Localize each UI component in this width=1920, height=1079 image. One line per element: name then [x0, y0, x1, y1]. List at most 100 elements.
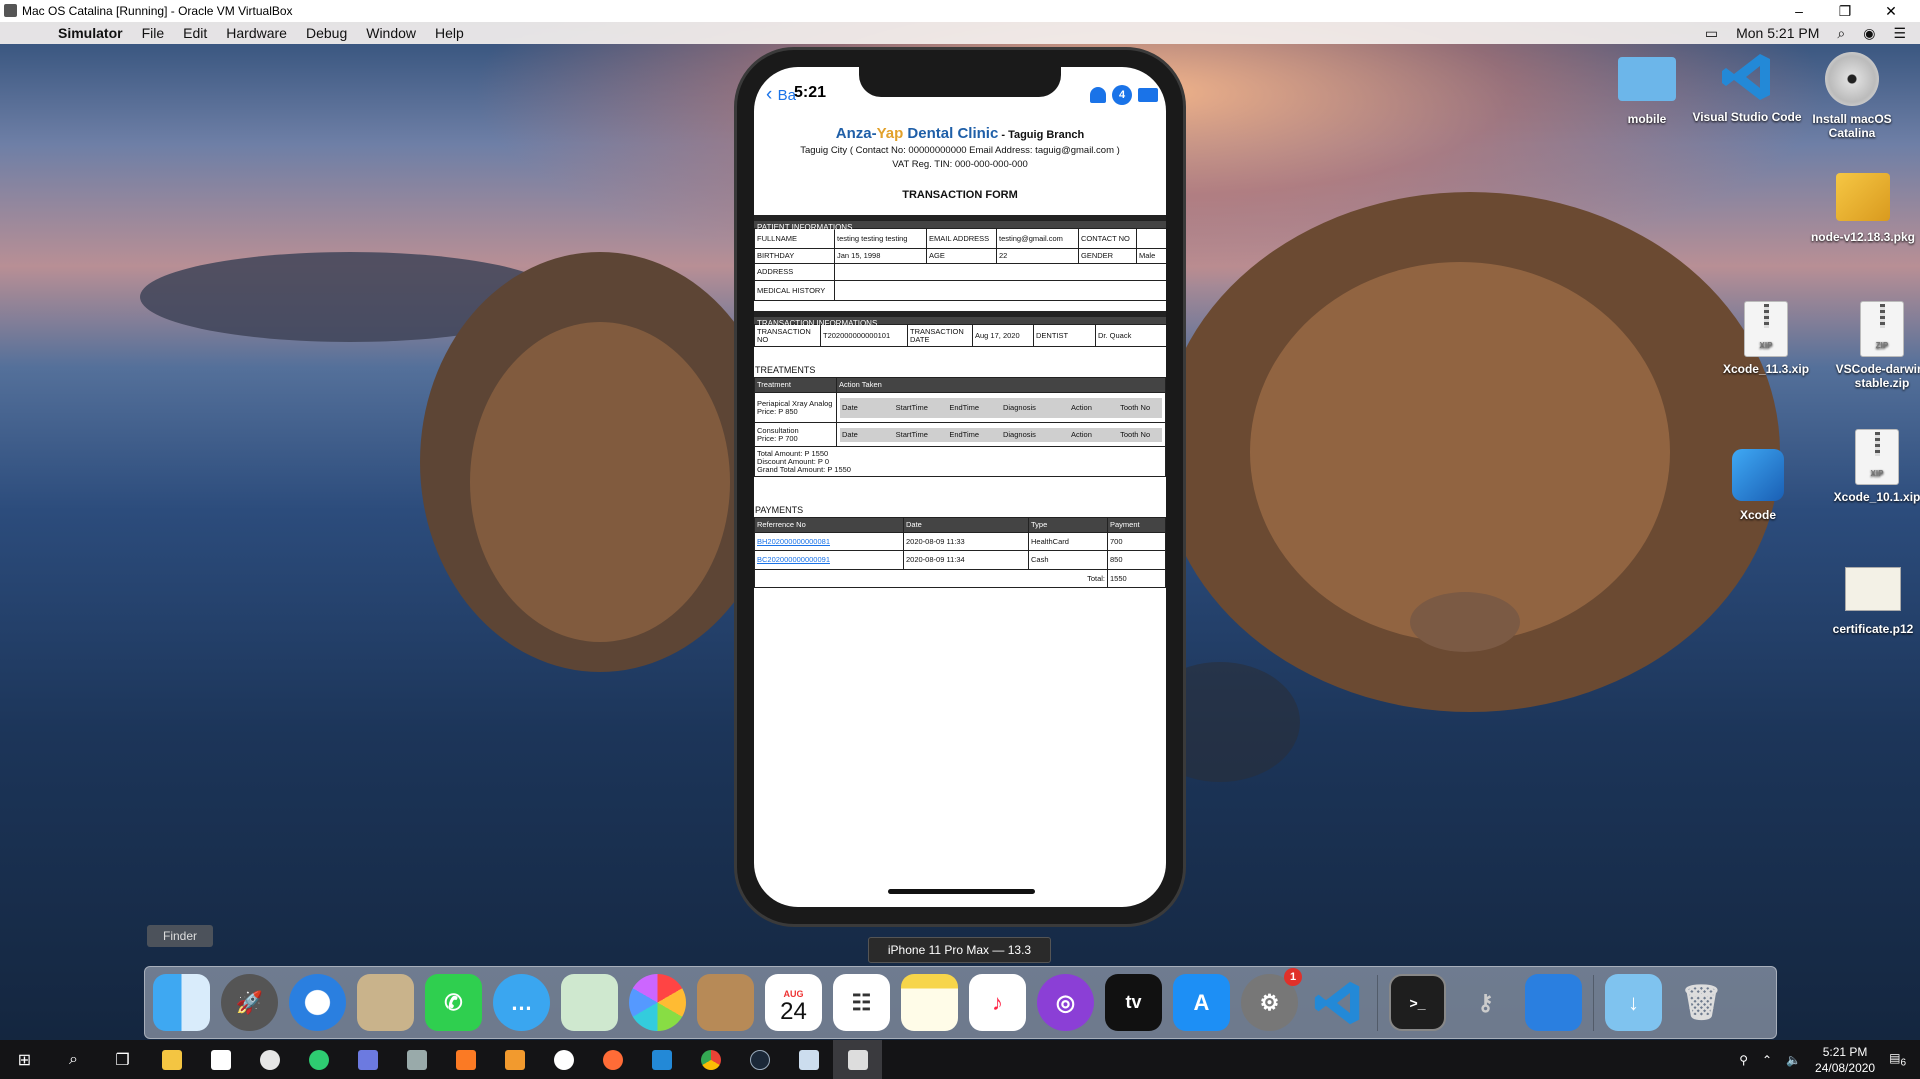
vscode-dock-icon[interactable]	[1309, 974, 1366, 1031]
menu-debug[interactable]: Debug	[306, 25, 347, 41]
contact-label: CONTACT NO	[1078, 228, 1137, 249]
safari-icon[interactable]	[289, 974, 346, 1031]
virtualbox-taskbar-icon[interactable]	[784, 1040, 833, 1079]
desktop-icon-xcode[interactable]: Xcode	[1703, 446, 1813, 522]
contact-value	[1136, 228, 1166, 249]
apple-tv-icon[interactable]: tv	[1105, 974, 1162, 1031]
sub-header-date: Date	[842, 402, 858, 412]
task-view-icon[interactable]: ❐	[98, 1040, 147, 1079]
treatments-table: Treatment Action Taken Periapical Xray A…	[754, 377, 1166, 477]
notes-icon[interactable]	[901, 974, 958, 1031]
steam-icon[interactable]	[735, 1040, 784, 1079]
desktop-icon-mobile[interactable]: mobile	[1592, 50, 1702, 126]
menu-window[interactable]: Window	[366, 25, 416, 41]
notification-center-icon[interactable]: ☰	[1893, 25, 1906, 42]
vscode-taskbar-icon[interactable]	[637, 1040, 686, 1079]
table-row: BIRTHDAY Jan 15, 1998 AGE 22 GENDER Male	[754, 248, 1166, 264]
restore-button[interactable]: ❐	[1822, 0, 1868, 22]
sublime-text-icon[interactable]	[490, 1040, 539, 1079]
keychain-access-icon[interactable]: ⚷	[1457, 974, 1514, 1031]
menubar-clock[interactable]: Mon 5:21 PM	[1736, 25, 1819, 41]
xcode-dock-icon[interactable]	[1525, 974, 1582, 1031]
desktop-icon-certificate[interactable]: certificate.p12	[1818, 560, 1920, 636]
facetime-icon[interactable]: ✆	[425, 974, 482, 1031]
action-center-icon[interactable]: ▤6	[1889, 1051, 1906, 1068]
finder-icon[interactable]	[153, 974, 210, 1031]
contacts-icon[interactable]	[697, 974, 754, 1031]
table-row: BH202000000000081 2020-08-09 11:33 Healt…	[754, 532, 1166, 551]
payment-ref-link[interactable]: BC202000000000091	[757, 555, 830, 564]
messages-icon[interactable]: …	[493, 974, 550, 1031]
sub-header-date: Date	[842, 429, 858, 439]
desktop-icon-label: mobile	[1627, 112, 1667, 126]
menu-file[interactable]: File	[142, 25, 165, 41]
desktop-icon-node-pkg[interactable]: node-v12.18.3.pkg	[1808, 168, 1918, 244]
app-icon-green[interactable]	[294, 1040, 343, 1079]
siri-icon[interactable]: ◉	[1863, 25, 1875, 42]
virtualbox-running-icon[interactable]	[833, 1040, 882, 1079]
tray-overflow-icon[interactable]: ⌃	[1762, 1053, 1772, 1067]
treatment-cell: Periapical Xray Analog Price: P 850	[754, 392, 837, 423]
xampp-icon[interactable]	[441, 1040, 490, 1079]
menu-hardware[interactable]: Hardware	[226, 25, 287, 41]
apple-tv-label: tv	[1125, 992, 1142, 1012]
terminal-icon[interactable]: >_	[1389, 974, 1446, 1031]
file-explorer-icon[interactable]	[147, 1040, 196, 1079]
windows-start-icon[interactable]: ⊞	[0, 1040, 49, 1079]
system-preferences-icon[interactable]: ⚙ 1	[1241, 968, 1302, 1031]
desktop-icon-vscode[interactable]: Visual Studio Code	[1692, 48, 1802, 124]
table-row: Consultation Price: P 700 Date StartTime …	[754, 422, 1166, 447]
desktop-icon-xcode-10-1[interactable]: XIP Xcode_10.1.xip	[1822, 428, 1920, 504]
desktop-icon-label: Xcode	[1739, 508, 1776, 522]
network-tool-icon[interactable]	[343, 1040, 392, 1079]
reminders-icon[interactable]: ☷	[833, 974, 890, 1031]
calendar-icon[interactable]: AUG 24	[765, 974, 822, 1031]
menu-edit[interactable]: Edit	[183, 25, 207, 41]
chrome-icon[interactable]	[686, 1040, 735, 1079]
mongodb-compass-icon[interactable]	[539, 1040, 588, 1079]
maps-icon[interactable]	[561, 974, 618, 1031]
menu-help[interactable]: Help	[435, 25, 464, 41]
dentist-label: DENTIST	[1033, 324, 1096, 347]
podcasts-icon[interactable]: ◎	[1037, 974, 1094, 1031]
minimize-button[interactable]: –	[1776, 0, 1822, 22]
trash-icon[interactable]: 🗑	[1673, 974, 1730, 1031]
app-store-icon[interactable]: A	[1173, 974, 1230, 1031]
bell-icon[interactable]	[1090, 87, 1106, 103]
payment-type: HealthCard	[1028, 532, 1108, 551]
home-indicator[interactable]	[888, 889, 1035, 894]
birthday-value: Jan 15, 1998	[834, 248, 927, 264]
phone-screen: ‹ Ba 5:21 4 Anza-Yap Dental Clinic - Tag…	[754, 67, 1166, 907]
close-button[interactable]: ✕	[1868, 0, 1914, 22]
mail-icon[interactable]	[1138, 88, 1158, 102]
installer-icon[interactable]	[392, 1040, 441, 1079]
payment-ref-link[interactable]: BH202000000000081	[757, 537, 830, 546]
sub-header-endtime: EndTime	[949, 429, 980, 439]
taskbar-clock[interactable]: 5:21 PM 24/08/2020	[1815, 1044, 1875, 1076]
medical-history-value	[834, 280, 1166, 301]
search-icon[interactable]: ⌕	[49, 1040, 98, 1079]
people-icon[interactable]: ⚲	[1739, 1053, 1748, 1067]
payments-header-type: Type	[1028, 517, 1108, 533]
downloads-folder-icon[interactable]: ↓	[1605, 974, 1662, 1031]
sticky-notes-icon[interactable]	[196, 1040, 245, 1079]
music-icon[interactable]: ♪	[969, 974, 1026, 1031]
launchpad-icon[interactable]: 🚀	[221, 974, 278, 1031]
spotlight-icon[interactable]: ⌕	[1837, 25, 1845, 42]
menu-simulator[interactable]: Simulator	[58, 25, 123, 41]
table-row: Total: 1550	[754, 569, 1166, 588]
airplay-icon[interactable]: ▭	[1705, 25, 1718, 42]
desktop-icon-install-macos[interactable]: Install macOS Catalina	[1797, 50, 1907, 140]
volume-icon[interactable]: 🔈	[1786, 1053, 1801, 1067]
desktop-icon-vscode-zip[interactable]: ZIP VSCode-darwin-stable.zip	[1827, 300, 1920, 390]
postman-icon[interactable]	[588, 1040, 637, 1079]
payments-header-ref: Referrence No	[754, 517, 904, 533]
preview-icon[interactable]	[357, 974, 414, 1031]
clinic-branch: - Taguig Branch	[998, 129, 1085, 141]
back-button[interactable]: ‹ Ba	[766, 84, 796, 106]
desktop-icon-xcode-11-3[interactable]: XIP Xcode_11.3.xip	[1711, 300, 1821, 376]
photos-icon[interactable]	[629, 974, 686, 1031]
transaction-document: Anza-Yap Dental Clinic - Taguig Branch T…	[754, 115, 1166, 588]
clinic-name-part: Anza-	[835, 125, 877, 142]
paint-icon[interactable]	[245, 1040, 294, 1079]
